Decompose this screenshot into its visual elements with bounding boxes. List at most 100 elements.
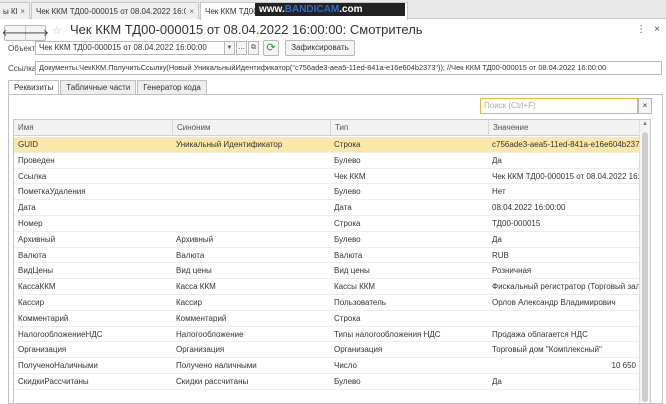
column-header-synonym[interactable]: Синоним [172,120,330,136]
close-form-icon[interactable]: × [654,24,660,35]
cell-value: Да [492,234,502,244]
table-row[interactable]: Проведен Булево Да [14,153,640,169]
vertical-scrollbar[interactable]: ▲ [639,120,650,403]
cell-name: Номер [18,218,43,228]
table-row[interactable]: ПометкаУдаления Булево Нет [14,184,640,201]
cell-type: Валюта [334,250,363,260]
cell-synonym: Кассир [176,297,203,307]
cell-type: Дата [334,203,352,213]
page-title: Чек ККМ ТД00-000015 от 08.04.2022 16:00:… [70,22,423,37]
table-row[interactable]: Дата Дата 08.04.2022 16:00:00 [14,200,640,216]
cell-synonym: Налогообложение [176,329,244,339]
refresh-icon[interactable]: ⟳ [263,40,279,56]
cell-type: Вид цены [334,266,370,276]
cell-name: GUID [18,140,38,149]
close-icon[interactable]: × [186,7,194,16]
table-row[interactable]: Номер Строка ТД00-000015 [14,216,640,232]
cell-value: RUB [492,250,509,260]
cell-name: Комментарий [18,313,69,323]
fix-button[interactable]: Зафиксировать [285,40,355,56]
tab-receipt[interactable]: Чек ККМ ТД00-000015 от 08.04.2022 16:00:… [31,2,199,19]
scrollbar-thumb[interactable] [642,132,648,402]
cell-synonym: Получено наличными [176,361,257,371]
table-header: Имя Синоним Тип Значение [14,120,640,136]
tab-table-parts[interactable]: Табличные части [60,80,137,95]
cell-value: 10 650 [611,361,636,371]
table-row[interactable]: Организация Организация Организация Торговы… [14,342,640,359]
tab-code-generator[interactable]: Генератор кода [137,80,207,95]
cell-type: Организация [334,345,383,355]
cell-name: ПометкаУдаления [18,187,86,197]
attributes-table: Имя Синоним Тип Значение GUID Уникальный … [13,119,651,404]
table-row[interactable]: СкидкиРассчитаны Скидки рассчитаны Булево Д… [14,374,640,390]
cell-type: Пользователь [334,297,386,307]
tab-attributes[interactable]: Реквизиты [8,80,60,95]
navigation-buttons: 🡐 🡒 [2,25,49,41]
table-row[interactable]: ВидЦены Вид цены Вид цены Розничная [14,263,640,280]
forward-arrow-icon[interactable]: 🡒 [22,26,49,40]
open-link-icon[interactable]: ⧉ [248,41,259,55]
cell-value: Да [492,376,502,386]
cell-name: Ссылка [18,171,47,181]
cell-name: Валюта [18,250,47,260]
table-row[interactable]: Валюта Валюта Валюта RUB [14,248,640,264]
object-field[interactable]: Чек ККМ ТД00-000015 от 08.04.2022 16:00:… [35,41,235,55]
cell-synonym [172,184,330,199]
link-field[interactable]: Документы.ЧекККМ.ПолучитьСсылку(Новый Ун… [35,61,662,75]
cell-type: Строка [334,218,361,228]
scroll-up-icon[interactable]: ▲ [640,120,650,129]
cell-synonym: Валюта [176,250,205,260]
cell-name: Кассир [18,297,45,307]
chevron-down-icon[interactable]: ▼ [224,41,235,55]
cell-name: Архивный [18,234,56,244]
cell-synonym: Скидки рассчитаны [176,376,249,386]
cell-synonym [172,169,330,184]
watermark-brand: BANDICAM [284,4,340,15]
cell-name: Организация [18,345,67,355]
more-menu-icon[interactable]: ⋮ [636,24,646,35]
table-row[interactable]: GUID Уникальный Идентификатор Строка c756ad… [14,137,640,153]
cell-type: Булево [334,234,361,244]
cell-value: ТД00-000015 [492,218,541,228]
cell-type: Число [334,361,358,371]
table-body: GUID Уникальный Идентификатор Строка c756ad… [14,137,640,390]
cell-name: Дата [18,203,36,213]
table-row[interactable]: Кассир Кассир Пользователь Орлов Александр … [14,295,640,311]
cell-value: Продажа облагается НДС [492,329,588,339]
cell-name: ВидЦены [18,266,54,276]
cell-synonym: Вид цены [176,266,212,276]
select-more-button[interactable]: ... [236,41,247,55]
clear-search-icon[interactable]: × [638,98,652,114]
cell-value: Торговый дом "Комплексный" [492,345,602,355]
cell-value: c756ade3-aea5-11ed-841a-e16e604b2373 [492,140,640,149]
link-label: Ссылка: [8,64,39,73]
table-row[interactable]: Ссылка Чек ККМ Чек ККМ ТД00-000015 от 08.0… [14,169,640,185]
table-row[interactable]: Архивный Архивный Булево Да [14,232,640,248]
cell-synonym: Комментарий [176,313,227,323]
cell-name: НалогообложениеНДС [18,329,103,339]
cell-value: Фискальный регистратор (Торговый зал) [492,282,640,292]
table-row[interactable]: НалогообложениеНДС Налогообложение Типы на… [14,327,640,343]
close-icon[interactable]: × [17,7,25,16]
tab-label: ы ККМ [3,6,17,16]
tab-kkm-list[interactable]: ы ККМ × [0,2,30,19]
cell-value: Да [492,155,502,165]
table-row[interactable]: КассаККМ Касса ККМ Кассы ККМ Фискальный рег… [14,279,640,295]
form-actions: ⋮ × [636,24,660,35]
cell-value [488,311,640,326]
cell-name: ПолученоНаличными [18,361,98,371]
column-header-value[interactable]: Значение [488,120,640,136]
cell-value: Орлов Александр Владимирович [492,297,616,307]
table-row[interactable]: Комментарий Комментарий Строка [14,311,640,327]
column-header-name[interactable]: Имя [14,120,172,136]
cell-name: КассаККМ [18,282,56,292]
table-row[interactable]: ПолученоНаличными Получено наличными Число… [14,358,640,374]
cell-synonym [172,153,330,168]
favorite-star-icon[interactable]: ☆ [52,24,62,37]
search-input[interactable]: Поиск (Ctrl+F) [480,98,638,114]
cell-synonym [172,216,330,231]
cell-type: Строка [334,140,361,149]
column-header-type[interactable]: Тип [330,120,488,136]
cell-type: Кассы ККМ [334,282,376,292]
cell-type: Строка [334,313,361,323]
